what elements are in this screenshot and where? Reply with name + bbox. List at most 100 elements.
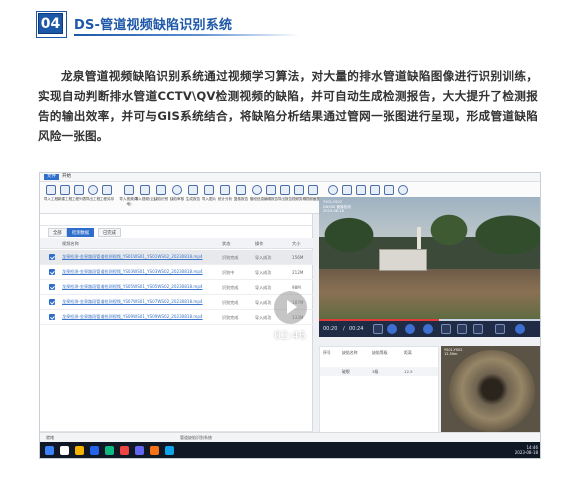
play-icon[interactable] (274, 291, 307, 324)
row-action[interactable]: 导入成功 (255, 270, 271, 276)
media-icon[interactable] (120, 446, 129, 455)
taskbar-clock: 14:46 2023-08-18 (514, 445, 538, 455)
row-checkbox[interactable] (49, 269, 55, 275)
row-status: 识别完成 (222, 300, 239, 305)
table-row[interactable]: 龙泉检测-金泉路段管道检测视频_YS01WS01_YS01WS02_202308… (40, 250, 313, 265)
windows-taskbar: 14:46 2023-08-18 (40, 442, 540, 458)
office-icon[interactable] (150, 446, 159, 455)
volume-icon[interactable] (515, 324, 525, 334)
status-bar: 就绪 管道缺陷识别系统 (40, 432, 540, 442)
table-row[interactable]: 龙泉检测-金泉路段管道检测视频_YS03WS01_YS03WS02_202308… (40, 265, 313, 280)
row-status: 识别完成 (222, 255, 239, 260)
video-current-time: 00:20 (323, 326, 338, 332)
video-file-link[interactable]: 龙泉检测-金泉路段管道检测视频_YS03WS01_YS03WS02_202308… (62, 269, 214, 275)
row-status: 识别中 (222, 270, 235, 275)
pause-icon[interactable] (405, 324, 415, 334)
app-icon[interactable] (105, 446, 114, 455)
chat-icon[interactable] (135, 446, 144, 455)
cut-icon[interactable] (495, 324, 505, 334)
menu-file[interactable]: 文件 (44, 174, 59, 180)
table-row[interactable]: 龙泉检测-金泉路段管道检测视频_YS09WS01_YS09WS02_202308… (40, 310, 313, 325)
video-player[interactable]: YS01-YS02 DN500 管道检测 2023-08-18 (319, 197, 540, 321)
ribbon-icon (156, 185, 166, 195)
defect-col-name: 缺陷名称 (342, 350, 358, 355)
video-file-link[interactable]: 龙泉检测-金泉路段管道检测视频_YS09WS01_YS09WS02_202308… (62, 314, 214, 320)
col-video-name: 视频名称 (62, 241, 79, 246)
search-icon[interactable] (60, 446, 69, 455)
browser-icon[interactable] (90, 446, 99, 455)
video-list-pane: 全部 检测数据 已完成 视频名称 状态 操作 大小 龙泉检测-金泉路段管道检测视… (40, 214, 313, 446)
section-title: DS-管道视频缺陷识别系统 (74, 18, 233, 33)
row-status: 识别完成 (222, 315, 239, 320)
row-checkbox[interactable] (49, 314, 55, 320)
status-ready: 就绪 (46, 435, 54, 440)
start-icon[interactable] (45, 446, 54, 455)
menu-bar: 文件 开始 (40, 173, 540, 182)
menu-start[interactable]: 开始 (62, 174, 71, 180)
video-file-link[interactable]: 龙泉检测-金泉路段管道检测视频_YS05WS01_YS05WS02_202308… (62, 284, 214, 290)
ribbon-button-label: 工程另存 (99, 197, 115, 201)
defect-col-grade: 缺陷等级 (372, 350, 388, 355)
col-action: 操作 (255, 241, 264, 246)
fast-forward-icon[interactable] (423, 324, 433, 334)
row-action[interactable]: 导入成功 (255, 255, 271, 261)
section-number: 04 (36, 11, 67, 38)
tab-completed[interactable]: 已完成 (98, 228, 121, 237)
row-size: 156M (292, 255, 304, 260)
ribbon-icon (266, 185, 276, 195)
ribbon-button[interactable]: 工程另存 (98, 184, 116, 212)
fullscreen-icon[interactable] (473, 324, 483, 334)
ribbon-icon (102, 185, 112, 195)
ribbon-icon (140, 185, 150, 195)
ribbon-icon (236, 185, 246, 195)
ribbon-icon (60, 185, 70, 195)
col-size: 大小 (292, 241, 301, 246)
ribbon-icon (328, 185, 338, 195)
ribbon-icon (204, 185, 214, 195)
signboard (379, 249, 427, 271)
defect-col-index: 序号 (323, 350, 331, 355)
list-tabs: 全部 检测数据 已完成 (40, 227, 313, 238)
table-row[interactable]: 龙泉检测-金泉路段管道检测视频_YS07WS01_YS07WS02_202308… (40, 295, 313, 310)
row-action[interactable]: 导入成功 (255, 300, 271, 306)
defect-row[interactable]: 破裂 3级 12.5 (320, 367, 438, 376)
app-screenshot: 文件 开始 导入工程 新建工程 工程列表 导出工程 工程另存 导入视频(本地) 导入视频(云… (39, 172, 541, 459)
ribbon-icon (384, 185, 394, 195)
section-header: 04 DS-管道视频缺陷识别系统 (36, 11, 300, 38)
pipe-overlay-text: YS01-YS02 12.50m (444, 348, 463, 357)
rewind-icon[interactable] (387, 324, 397, 334)
ribbon-icon (220, 185, 230, 195)
ribbon-icon (124, 185, 134, 195)
defect-app-icon[interactable] (165, 446, 174, 455)
video-overlay-text: YS01-YS02 DN500 管道检测 2023-08-18 (323, 200, 351, 213)
record-icon[interactable] (457, 324, 467, 334)
ribbon-icon (188, 185, 198, 195)
video-file-link[interactable]: 龙泉检测-金泉路段管道检测视频_YS01WS01_YS01WS02_202308… (62, 254, 214, 260)
video-file-link[interactable]: 龙泉检测-金泉路段管道检测视频_YS07WS01_YS07WS02_202308… (62, 299, 214, 305)
row-checkbox[interactable] (49, 254, 55, 260)
title-underline (74, 34, 300, 36)
row-action[interactable]: 导入成功 (255, 285, 271, 291)
video-total-time: 00:24 (349, 326, 364, 332)
ribbon-icon (356, 185, 366, 195)
status-app-name: 管道缺陷识别系统 (180, 435, 212, 440)
defect-table: 序号 缺陷名称 缺陷等级 距离 破裂 3级 12.5 (319, 346, 439, 436)
snapshot-icon[interactable] (441, 324, 451, 334)
description-paragraph: 龙泉管道视频缺陷识别系统通过视频学习算法，对大量的排水管道缺陷图像进行识别训练，… (38, 69, 538, 143)
ribbon-icon (294, 185, 304, 195)
folder-icon[interactable] (75, 446, 84, 455)
ribbon-icon (74, 185, 84, 195)
ribbon-icon (88, 185, 98, 195)
row-action[interactable]: 导入成功 (255, 315, 271, 321)
tab-detection-data[interactable]: 检测数据 (67, 228, 95, 237)
row-checkbox[interactable] (49, 284, 55, 290)
playback-time: 02:46 (274, 329, 306, 342)
pipe-inspection-image[interactable]: YS01-YS02 12.50m (441, 346, 540, 436)
ribbon-icon (370, 185, 380, 195)
col-status: 状态 (222, 241, 231, 246)
step-back-icon[interactable] (373, 324, 383, 334)
table-row[interactable]: 龙泉检测-金泉路段管道检测视频_YS05WS01_YS05WS02_202308… (40, 280, 313, 295)
row-checkbox[interactable] (49, 299, 55, 305)
row-size: 98M (292, 285, 301, 290)
tab-all[interactable]: 全部 (48, 228, 67, 237)
